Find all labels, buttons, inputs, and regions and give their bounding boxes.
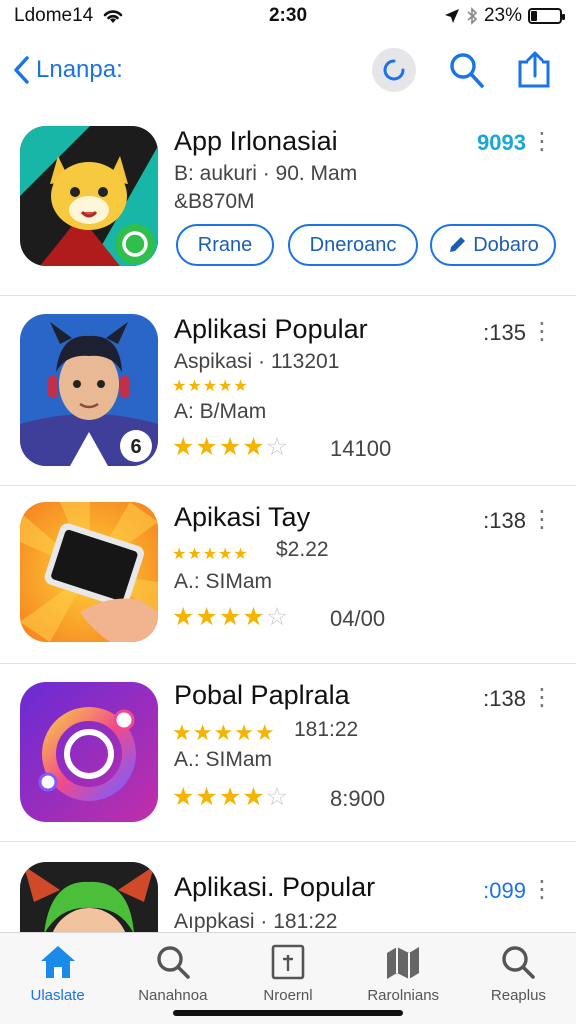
app-title: Apikasi Tay — [174, 502, 311, 532]
home-icon — [40, 946, 75, 978]
action-label: Dobaro — [473, 233, 539, 256]
more-icon[interactable]: ⋮ — [530, 878, 554, 902]
app-count: :138 — [483, 686, 526, 711]
bluetooth-icon — [467, 7, 478, 25]
star-rating: ★★★★☆ — [172, 603, 290, 631]
more-icon[interactable]: ⋮ — [530, 320, 554, 344]
list-item[interactable]: Apikasi Tay :138 ⋮ ★★★★★ $2.22 A.: SIMam… — [0, 486, 576, 664]
tab-label: Reaplus — [490, 987, 546, 1004]
app-subtitle: 181:22 — [294, 718, 359, 741]
gradient-ring-icon — [20, 682, 158, 822]
star-rating: ★★★★☆ — [172, 783, 290, 811]
tab-search-alt[interactable]: Reaplus — [461, 933, 576, 1024]
app-size: A.: SIMam — [174, 748, 273, 771]
app-size: A: B/Mam — [174, 400, 267, 423]
status-right: 23% — [444, 5, 565, 27]
more-icon[interactable]: ⋮ — [530, 130, 554, 154]
rating-count: 8:900 — [330, 786, 386, 811]
list-item[interactable]: 6 Aplikasi Popular :135 ⋮ Aspikasi · 113… — [0, 296, 576, 486]
star-rating-small: ★★★★★ — [172, 546, 249, 563]
back-label: Lnanpa: — [36, 56, 123, 83]
battery-fill — [531, 11, 537, 21]
star-rating-small: ★★★★★ — [172, 720, 276, 745]
app-title: Pobal Paplrala — [174, 680, 350, 710]
map-icon — [387, 947, 420, 979]
app-price: $2.22 — [276, 538, 329, 561]
status-left: Ldome14 — [14, 5, 444, 27]
app-title: App Irlonasiai — [174, 126, 338, 156]
avatar-headphones-icon: 6 — [20, 314, 158, 466]
more-icon[interactable]: ⋮ — [530, 508, 554, 532]
search-icon[interactable] — [446, 50, 486, 90]
app-subtitle: Aspikasi · 113201 — [174, 350, 340, 373]
list-item[interactable]: App Irlonasiai 9093 ⋮ B: aukuri · 90. Ma… — [0, 108, 576, 296]
share-icon[interactable] — [516, 50, 554, 90]
home-indicator[interactable] — [173, 1010, 403, 1016]
action-button[interactable]: Dneroanc — [288, 224, 418, 266]
star-rating: ★★★★☆ — [172, 433, 290, 461]
app-count: :135 — [483, 320, 526, 345]
nav-actions — [372, 48, 564, 92]
refresh-button[interactable] — [372, 48, 416, 92]
location-arrow-icon — [444, 9, 459, 23]
nav-bar: Lnanpa: — [0, 40, 576, 100]
phone-hand-icon — [20, 502, 158, 642]
wifi-icon — [103, 10, 123, 23]
pencil-icon — [450, 237, 466, 252]
app-count: :138 — [483, 508, 526, 533]
rating-count: 04/00 — [330, 606, 386, 631]
info-card-icon — [271, 944, 305, 980]
tab-label: Ulaslate — [30, 987, 85, 1004]
action-label: Dneroanc — [309, 233, 397, 256]
list-item[interactable]: Aplikasi. Popular :099 ⋮ Aıppkasi · 181:… — [0, 842, 576, 934]
svg-text:6: 6 — [130, 436, 141, 458]
loading-icon — [383, 59, 405, 81]
battery-icon — [528, 8, 565, 24]
app-count: 9093 — [477, 130, 526, 155]
app-title: Aplikasi. Popular — [174, 872, 376, 902]
fox-mascot-icon — [20, 126, 158, 266]
app-count: :099 — [483, 878, 526, 903]
tab-label: Nroernl — [263, 987, 313, 1004]
app-size: A.: SIMam — [174, 570, 273, 593]
tab-home[interactable]: Ulaslate — [0, 933, 115, 1024]
tab-label: Rarolnians — [367, 987, 440, 1004]
action-label: Rrane — [197, 233, 253, 256]
green-hair-avatar-icon — [20, 862, 158, 934]
back-chevron-icon — [14, 56, 29, 84]
tab-label: Nanahnoa — [138, 987, 208, 1004]
back-button[interactable]: Lnanpa: — [12, 55, 372, 85]
edit-button[interactable]: Dobaro — [430, 224, 556, 266]
star-rating-small: ★★★★★ — [172, 378, 249, 395]
status-bar: Ldome14 2:30 23% — [0, 0, 576, 32]
app-list: App Irlonasiai 9093 ⋮ B: aukuri · 90. Ma… — [0, 108, 576, 934]
battery-percent: 23% — [483, 5, 522, 26]
app-size: &B870M — [174, 190, 255, 213]
app-subtitle: Aıppkasi · 181:22 — [174, 910, 338, 933]
action-button[interactable]: Rrane — [176, 224, 274, 266]
search-icon — [502, 946, 536, 979]
app-title: Aplikasi Popular — [174, 314, 368, 344]
list-item[interactable]: Pobal Paplrala :138 ⋮ ★★★★★ 181:22 A.: S… — [0, 664, 576, 842]
rating-count: 14100 — [330, 436, 392, 461]
carrier-label: Ldome14 — [14, 5, 94, 26]
app-subtitle: B: aukuri · 90. Mam — [174, 162, 358, 185]
search-icon — [157, 946, 190, 979]
more-icon[interactable]: ⋮ — [530, 686, 554, 710]
